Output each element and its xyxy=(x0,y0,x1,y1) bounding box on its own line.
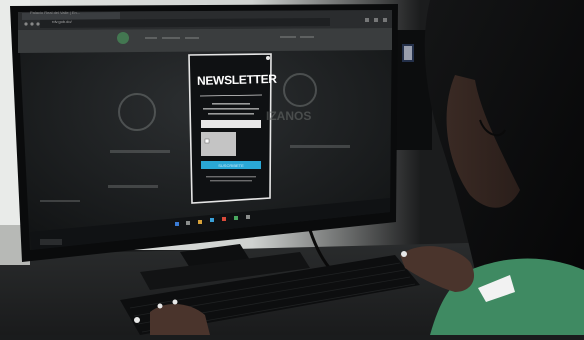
reload-icon[interactable] xyxy=(36,22,40,26)
site-logo xyxy=(117,32,129,44)
photo-scene xyxy=(0,0,584,335)
back-icon[interactable] xyxy=(24,22,28,26)
minimize-icon[interactable] xyxy=(365,18,369,22)
recaptcha-box[interactable] xyxy=(201,132,236,156)
taskbar-weather xyxy=(40,239,62,245)
popup-close-icon[interactable] xyxy=(266,56,270,60)
maximize-icon[interactable] xyxy=(374,18,378,22)
site-header xyxy=(18,28,392,53)
scene-illustration xyxy=(0,0,584,335)
fingernail xyxy=(401,251,407,257)
newsletter-email-input[interactable] xyxy=(201,120,261,128)
fingernail xyxy=(172,299,178,305)
newsletter-subscribe-button[interactable] xyxy=(201,161,261,169)
forward-icon[interactable] xyxy=(30,22,34,26)
recaptcha-checkbox[interactable] xyxy=(204,138,210,144)
close-window-icon[interactable] xyxy=(383,18,387,22)
browser-tab xyxy=(22,12,120,20)
fingernail xyxy=(134,317,140,323)
fingernail xyxy=(157,303,163,309)
